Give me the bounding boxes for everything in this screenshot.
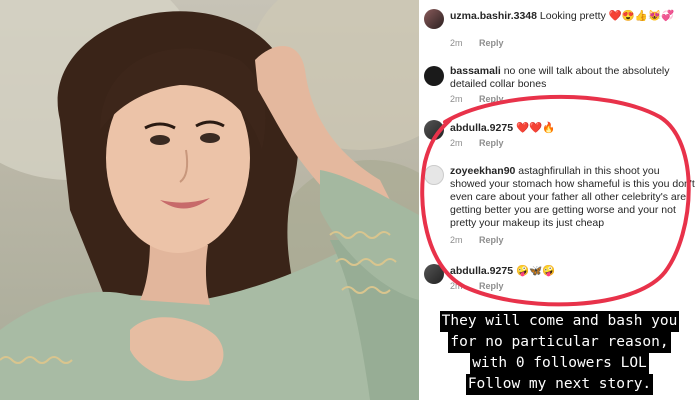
- comment-time: 2m: [450, 38, 463, 48]
- portrait-illustration: [0, 11, 419, 400]
- portrait-photo: [0, 0, 419, 400]
- comment-item: uzma.bashir.3348 Looking pretty ❤️😍👍😻💞 2…: [422, 6, 700, 50]
- story-caption: They will come and bash you for no parti…: [419, 311, 700, 395]
- comment-text: Looking pretty: [539, 10, 606, 22]
- caption-line: They will come and bash you: [439, 311, 680, 332]
- highlight-circle: [420, 94, 691, 307]
- caption-line: for no particular reason,: [448, 332, 671, 353]
- caption-line: Follow my next story.: [465, 374, 654, 395]
- reply-button[interactable]: Reply: [479, 38, 504, 48]
- caption-line: with 0 followers LOL: [470, 353, 649, 374]
- avatar[interactable]: [424, 9, 444, 29]
- comment-username[interactable]: uzma.bashir.3348: [450, 10, 537, 22]
- comment-emoji: ❤️😍👍😻💞: [608, 10, 675, 22]
- comment-meta: 2m Reply: [450, 38, 504, 48]
- comment-username[interactable]: bassamali: [450, 65, 501, 77]
